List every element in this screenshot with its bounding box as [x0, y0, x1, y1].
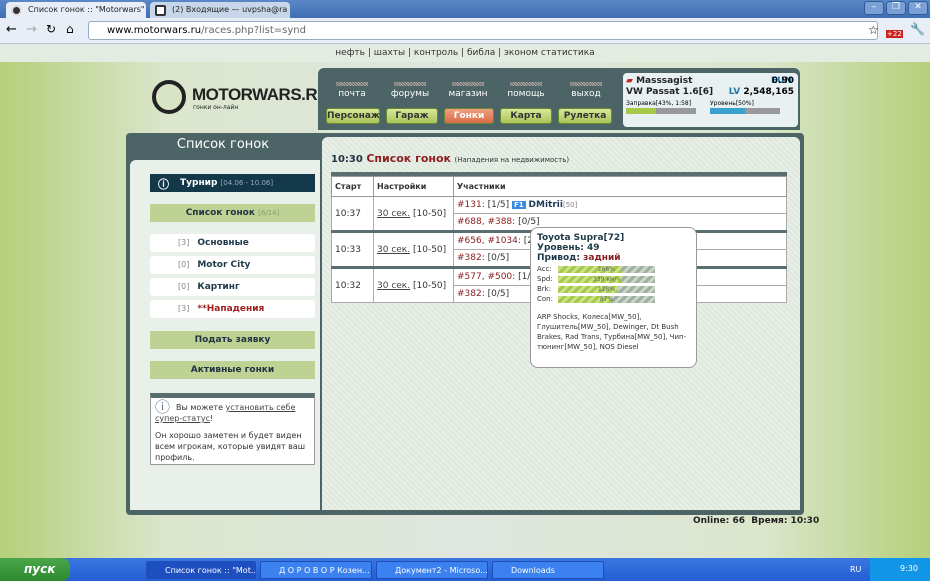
stat-row: Brk: 128%	[537, 284, 690, 294]
nav-character-button[interactable]: Персонаж	[326, 108, 380, 124]
col-start: Старт	[331, 176, 374, 197]
stat-value: 339 км/ч	[592, 275, 621, 283]
footer-status: Online: 66 Время: 10:30	[693, 516, 820, 526]
extension-badge[interactable]: +22	[886, 30, 903, 38]
address-bar[interactable]: www.motorwars.ru/races.php?list=synd	[88, 21, 878, 40]
col-participants: Участники	[453, 176, 787, 197]
user-panel: ▰ Masssagist EUN 0.90 VW Passat 1.6[6] L…	[623, 73, 798, 127]
settings-link[interactable]: 30 сек.	[377, 281, 410, 291]
task-doc2[interactable]: Документ2 - Microso...	[376, 561, 488, 579]
clock: 9:30	[900, 564, 918, 573]
nav-mail[interactable]: почта	[324, 82, 380, 99]
stat-bar: 339 км/ч	[558, 275, 655, 283]
settings-link[interactable]: 30 сек.	[377, 209, 410, 219]
tab-motorwars[interactable]: Список гонок :: "Motorwars"	[6, 2, 146, 18]
browser-toolbar: ← → ↻ ⌂ www.motorwars.ru/races.php?list=…	[0, 18, 930, 44]
browser-tab-bar: Список гонок :: "Motorwars" (2) Входящие…	[0, 0, 930, 18]
close-button[interactable]: ✕	[908, 1, 928, 15]
sidebar-item-motor-city[interactable]: [0] Motor City	[150, 256, 315, 274]
forward-icon[interactable]: →	[26, 22, 37, 37]
stat-bar: 166%	[558, 265, 655, 273]
task-downloads[interactable]: Downloads	[492, 561, 604, 579]
language-indicator[interactable]: RU	[850, 565, 861, 574]
stat-bar: 87%	[558, 295, 655, 303]
active-races-button[interactable]: Активные гонки	[150, 361, 315, 379]
mail-icon	[155, 5, 166, 16]
level-bar	[710, 108, 780, 114]
system-tray: 9:30	[870, 558, 930, 581]
wrench-icon[interactable]: 🔧	[910, 22, 925, 36]
nav-logout[interactable]: выход	[558, 82, 614, 99]
start-button[interactable]: пуск	[0, 558, 70, 581]
main-nav: почта форумы магазин помощь выход Персон…	[318, 68, 618, 130]
back-icon[interactable]: ←	[6, 22, 17, 37]
car-tooltip: Toyota Supra[72] Уровень: 49 Привод: зад…	[530, 227, 697, 368]
settings-link[interactable]: 30 сек.	[377, 245, 410, 255]
fuel-bar	[626, 108, 696, 114]
nav-help[interactable]: помощь	[498, 82, 554, 99]
stat-row: Spd: 339 км/ч	[537, 274, 690, 284]
reload-icon[interactable]: ↻	[46, 22, 56, 36]
stat-value: 128%	[597, 285, 616, 293]
maximize-button[interactable]: ❐	[886, 1, 906, 15]
info-icon: ⓘ	[155, 398, 171, 416]
nav-shop[interactable]: магазин	[440, 82, 496, 99]
site-icon	[11, 5, 22, 16]
stat-label: Acc:	[537, 265, 552, 273]
flag-icon: ▰	[626, 76, 633, 86]
fuel-label: Заправка[43%, 1:58]	[626, 100, 692, 107]
minimize-button[interactable]: –	[864, 1, 884, 15]
stat-value: 87%	[599, 295, 614, 303]
nav-roulette-button[interactable]: Рулетка	[558, 108, 612, 124]
col-settings: Настройки	[373, 176, 454, 197]
stat-value: 166%	[597, 265, 616, 273]
player-link[interactable]: DMitrii	[529, 200, 563, 210]
nav-forums[interactable]: форумы	[382, 82, 438, 99]
username[interactable]: Masssagist	[636, 76, 692, 86]
nav-garage-button[interactable]: Гараж	[386, 108, 438, 124]
eun-value: 0.90	[771, 76, 794, 86]
table-row: 10:37 30 сек. [10-50] #131: [1/5] F1 DMitr…	[331, 196, 787, 232]
sidebar-item-karting[interactable]: [0] Картинг	[150, 278, 315, 296]
stat-bar: 128%	[558, 285, 655, 293]
stat-label: Spd:	[537, 275, 553, 283]
alert-icon: ⓘ	[158, 178, 169, 191]
clan-icon: F1	[512, 201, 526, 209]
top-links[interactable]: нефть | шахты | контроль | библа | эконо…	[0, 44, 930, 62]
apply-button[interactable]: Подать заявку	[150, 331, 315, 349]
nav-races-button[interactable]: Гонки	[444, 108, 494, 124]
home-icon[interactable]: ⌂	[66, 22, 74, 36]
race-list-button[interactable]: Список гонок [6/14]	[150, 204, 315, 222]
tournament-button[interactable]: ⓘ Турнир [04.06 - 10.06]	[150, 174, 315, 192]
tab-inbox[interactable]: (2) Входящие — uvpsha@ra	[150, 2, 290, 18]
sidebar-title: Список гонок	[176, 137, 270, 152]
level-label: Уровень[50%]	[710, 100, 754, 107]
sidebar-item-main[interactable]: [3] Основные	[150, 234, 315, 252]
info-box: ⓘ Вы можете установить себе супер-статус…	[150, 393, 315, 465]
stat-row: Con: 87%	[537, 294, 690, 304]
sidebar-item-attacks[interactable]: [3] **Нападения	[150, 300, 315, 318]
task-doc1[interactable]: Д О Р О В О Р Козен...	[260, 561, 372, 579]
star-icon[interactable]: ☆	[868, 23, 879, 37]
stat-label: Con:	[537, 295, 553, 303]
stat-row: Acc: 166%	[537, 264, 690, 274]
lv-value: 2,548,165	[743, 87, 794, 97]
nav-map-button[interactable]: Карта	[500, 108, 552, 124]
page-heading: 10:30 Список гонок (Нападения на недвижи…	[331, 152, 570, 165]
lv-label: LV	[728, 87, 741, 97]
task-browser[interactable]: Список гонок :: "Mot...	[146, 561, 256, 579]
stat-label: Brk:	[537, 285, 552, 293]
